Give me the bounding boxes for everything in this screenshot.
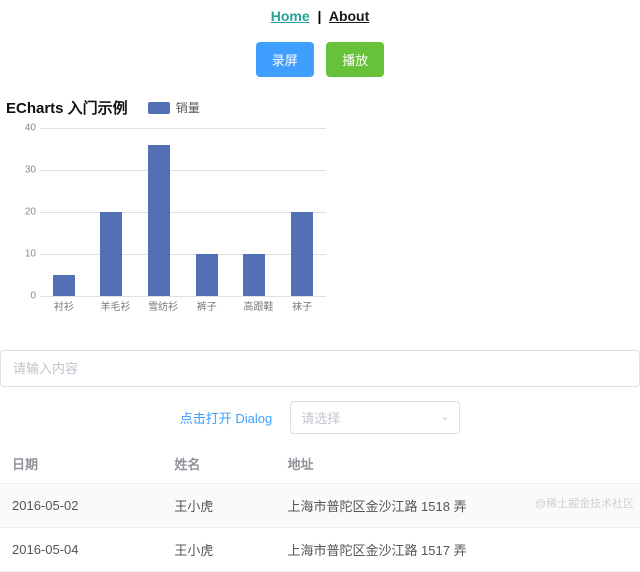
bar: [291, 212, 313, 296]
open-dialog-link[interactable]: 点击打开 Dialog: [180, 408, 272, 427]
nav-home-link[interactable]: Home: [271, 8, 310, 24]
table-cell: 王小虎: [162, 528, 275, 572]
th-date: 日期: [0, 444, 162, 484]
content-input[interactable]: [0, 350, 640, 387]
action-buttons: 录屏 播放: [0, 32, 640, 97]
x-tick-label: 雪纺衫: [148, 298, 170, 328]
x-tick-label: 衬衫: [53, 298, 75, 328]
y-tick-label: 10: [6, 249, 36, 260]
x-tick-label: 高跟鞋: [243, 298, 265, 328]
chart-title: ECharts 入门示例: [6, 97, 128, 118]
chart-header: ECharts 入门示例 销量: [0, 97, 640, 124]
select-placeholder: 请选择: [301, 408, 340, 427]
dialog-row: 点击打开 Dialog 请选择 ⌄: [0, 391, 640, 444]
x-tick-label: 裤子: [196, 298, 218, 328]
watermark: @稀土掘金技术社区: [535, 495, 634, 511]
y-tick-label: 20: [6, 207, 36, 218]
table-cell: 王小虎: [162, 484, 275, 528]
y-tick-label: 30: [6, 165, 36, 176]
bar-chart: 010203040 衬衫羊毛衫雪纺衫裤子高跟鞋袜子: [6, 128, 326, 328]
x-tick-label: 羊毛衫: [100, 298, 122, 328]
grid-line: [40, 296, 326, 297]
y-tick-label: 40: [6, 123, 36, 134]
x-tick-label: 袜子: [291, 298, 313, 328]
bar: [148, 145, 170, 296]
play-button[interactable]: 播放: [326, 42, 384, 77]
chart-legend: 销量: [148, 99, 200, 116]
bar: [100, 212, 122, 296]
record-button[interactable]: 录屏: [256, 42, 314, 77]
table-cell: 2016-05-04: [0, 528, 162, 572]
legend-swatch: [148, 102, 170, 114]
select-dropdown[interactable]: 请选择 ⌄: [290, 401, 460, 434]
table-cell: 上海市普陀区金沙江路 1517 弄: [275, 528, 640, 572]
legend-label: 销量: [176, 99, 200, 116]
th-name: 姓名: [162, 444, 275, 484]
bar: [243, 254, 265, 296]
nav-about-link[interactable]: About: [329, 8, 369, 24]
bar: [196, 254, 218, 296]
nav-separator: |: [318, 8, 322, 24]
table-cell: 2016-05-02: [0, 484, 162, 528]
y-tick-label: 0: [6, 291, 36, 302]
th-addr: 地址: [275, 444, 640, 484]
table-row: 2016-05-04王小虎上海市普陀区金沙江路 1517 弄: [0, 528, 640, 572]
top-nav: Home | About: [0, 0, 640, 32]
bar: [53, 275, 75, 296]
chevron-down-icon: ⌄: [441, 412, 449, 423]
